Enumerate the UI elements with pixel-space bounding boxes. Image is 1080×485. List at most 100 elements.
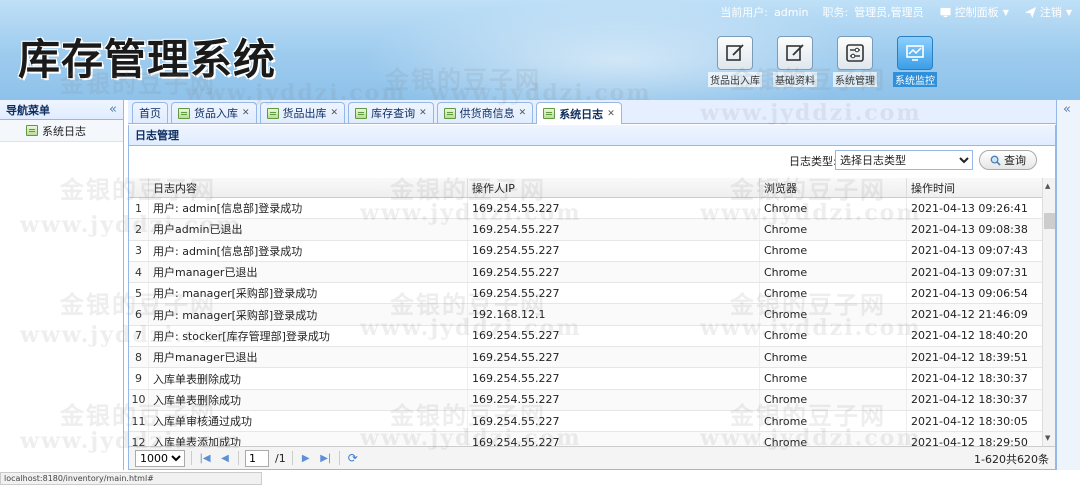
query-button[interactable]: 查询 (979, 150, 1037, 170)
logout-button[interactable]: 注销 ▼ (1024, 4, 1072, 20)
current-user-label: 当前用户: (720, 6, 768, 19)
cell-time: 2021-04-13 09:08:38 (907, 219, 1054, 240)
row-number: 8 (129, 347, 149, 368)
app-title: 库存管理系统 (18, 35, 277, 84)
cell-ip: 169.254.55.227 (468, 219, 760, 240)
sidebar-item-label: 系统日志 (42, 124, 86, 138)
nav-panel: 导航菜单 « 系统日志 (0, 100, 124, 470)
divider (238, 451, 239, 465)
cell-ip: 169.254.55.227 (468, 432, 760, 446)
close-icon[interactable]: ✕ (419, 108, 427, 118)
edit-icon (717, 36, 753, 70)
table-scrollbar[interactable]: ▲ ▼ (1042, 178, 1055, 446)
user-bar: 当前用户: admin 职务: 管理员,管理员 控制面板 ▼ 注销 ▼ (720, 4, 1072, 20)
tab-goods-out[interactable]: 货品出库 ✕ (259, 102, 346, 123)
tab-home[interactable]: 首页 (132, 102, 168, 123)
last-page-icon[interactable]: ▶| (319, 453, 333, 464)
column-header-time[interactable]: 操作时间 (907, 178, 1054, 197)
sidebar-item-system-log[interactable]: 系统日志 (0, 120, 123, 142)
first-page-icon[interactable]: |◀ (198, 453, 212, 464)
table-row[interactable]: 5 用户: manager[采购部]登录成功 169.254.55.227 Chrom… (129, 283, 1055, 305)
app-header: 库存管理系统 当前用户: admin 职务: 管理员,管理员 控制面板 ▼ 注销… (0, 0, 1080, 100)
table-row[interactable]: 3 用户: admin[信息部]登录成功 169.254.55.227 Chrome 2… (129, 240, 1055, 262)
cell-ip: 169.254.55.227 (468, 389, 760, 410)
table-row[interactable]: 6 用户: manager[采购部]登录成功 192.168.12.1 Chrome 2… (129, 304, 1055, 326)
tile-basic-data[interactable]: 基础资料 (770, 36, 820, 88)
tab-label: 系统日志 (559, 107, 604, 121)
row-number: 3 (129, 240, 149, 261)
table-row[interactable]: 9 入库单表删除成功 169.254.55.227 Chrome 2021-04-12 … (129, 368, 1055, 390)
page-size-select[interactable]: 1000 (135, 449, 185, 467)
close-icon[interactable]: ✕ (607, 109, 615, 119)
row-number: 5 (129, 283, 149, 304)
cell-content: 用户admin已退出 (149, 219, 468, 240)
table-row[interactable]: 12 入库单表添加成功 169.254.55.227 Chrome 2021-04-12… (129, 432, 1055, 446)
status-url: localhost:8180/inventory/main.html# (0, 472, 262, 485)
cell-browser: Chrome (760, 219, 907, 240)
tile-system-monitor[interactable]: 系统监控 (890, 36, 940, 88)
cell-time: 2021-04-12 18:30:05 (907, 410, 1054, 432)
close-icon[interactable]: ✕ (331, 108, 339, 118)
cell-content: 用户: admin[信息部]登录成功 (149, 198, 468, 219)
page-icon (178, 107, 190, 119)
nav-header: 导航菜单 « (0, 100, 123, 120)
tab-supplier-info[interactable]: 供货商信息 ✕ (436, 102, 534, 123)
page-number-input[interactable] (245, 449, 269, 467)
table-row[interactable]: 2 用户admin已退出 169.254.55.227 Chrome 2021-04-1… (129, 219, 1055, 241)
table-row[interactable]: 10 入库单表删除成功 169.254.55.227 Chrome 2021-04-12… (129, 389, 1055, 411)
refresh-icon[interactable]: ⟳ (346, 451, 360, 465)
cell-content: 用户: manager[采购部]登录成功 (149, 304, 468, 325)
collapse-right-icon[interactable]: « (1063, 102, 1071, 117)
tab-label: 首页 (139, 107, 161, 120)
role-label: 职务: (822, 6, 849, 19)
cell-content: 用户: stocker[库存管理部]登录成功 (149, 325, 468, 347)
table-row[interactable]: 11 入库单审核通过成功 169.254.55.227 Chrome 2021-04-1… (129, 410, 1055, 433)
nav-title: 导航菜单 (6, 103, 50, 117)
scrollbar-thumb[interactable] (1044, 213, 1055, 229)
prev-page-icon[interactable]: ◀ (218, 453, 232, 464)
cell-ip: 169.254.55.227 (468, 198, 760, 219)
column-header-ip[interactable]: 操作人IP (468, 178, 760, 197)
cell-time: 2021-04-13 09:06:54 (907, 283, 1054, 304)
tile-label: 基础资料 (773, 72, 817, 87)
tab-stock-query[interactable]: 库存查询 ✕ (348, 102, 434, 123)
cell-time: 2021-04-12 18:39:51 (907, 347, 1054, 368)
table-row[interactable]: 8 用户manager已退出 169.254.55.227 Chrome 2021-04… (129, 347, 1055, 369)
row-number: 9 (129, 368, 149, 389)
cell-time: 2021-04-13 09:26:41 (907, 198, 1054, 219)
close-icon[interactable]: ✕ (519, 108, 527, 118)
monitor-icon (940, 7, 951, 17)
next-page-icon[interactable]: ▶ (299, 453, 313, 464)
table-row[interactable]: 7 用户: stocker[库存管理部]登录成功 169.254.55.227 Chr… (129, 325, 1055, 348)
column-header-content[interactable]: 日志内容 (149, 178, 468, 197)
column-header-browser[interactable]: 浏览器 (760, 178, 907, 197)
log-type-select[interactable]: 选择日志类型 (835, 150, 973, 170)
tab-goods-in[interactable]: 货品入库 ✕ (171, 102, 257, 123)
cell-ip: 169.254.55.227 (468, 283, 760, 304)
east-panel: « (1056, 100, 1080, 470)
scroll-up-icon[interactable]: ▲ (1045, 182, 1050, 190)
row-number: 11 (129, 410, 149, 432)
collapse-left-icon[interactable]: « (109, 102, 117, 117)
cell-content: 用户: admin[信息部]登录成功 (149, 240, 468, 261)
tile-system-manage[interactable]: 系统管理 (830, 36, 880, 88)
tab-label: 货品出库 (282, 107, 327, 120)
table-row[interactable]: 4 用户manager已退出 169.254.55.227 Chrome 2021-04… (129, 261, 1055, 284)
filter-toolbar: 日志类型: 选择日志类型 查询 (129, 146, 1055, 178)
cell-time: 2021-04-13 09:07:31 (907, 261, 1054, 283)
tab-label: 货品入库 (194, 107, 238, 120)
close-icon[interactable]: ✕ (242, 108, 250, 118)
cell-content: 用户: manager[采购部]登录成功 (149, 283, 468, 304)
scroll-down-icon[interactable]: ▼ (1045, 434, 1050, 442)
divider (291, 451, 293, 465)
tile-goods-inout[interactable]: 货品出入库 (708, 36, 762, 88)
search-icon (990, 155, 1001, 166)
page-icon (355, 107, 368, 119)
row-number: 12 (129, 432, 149, 446)
tabs: 首页 货品入库 ✕ 货品出库 ✕ 库存查询 ✕ 供货商信息 ✕ 系统日志 ✕ (132, 102, 622, 124)
row-number: 7 (129, 325, 149, 347)
total-pages: /1 (275, 451, 286, 465)
control-panel-button[interactable]: 控制面板 ▼ (940, 4, 1009, 20)
table-row[interactable]: 1 用户: admin[信息部]登录成功 169.254.55.227 Chrome 2… (129, 198, 1055, 220)
tab-system-log[interactable]: 系统日志 ✕ (536, 102, 622, 124)
